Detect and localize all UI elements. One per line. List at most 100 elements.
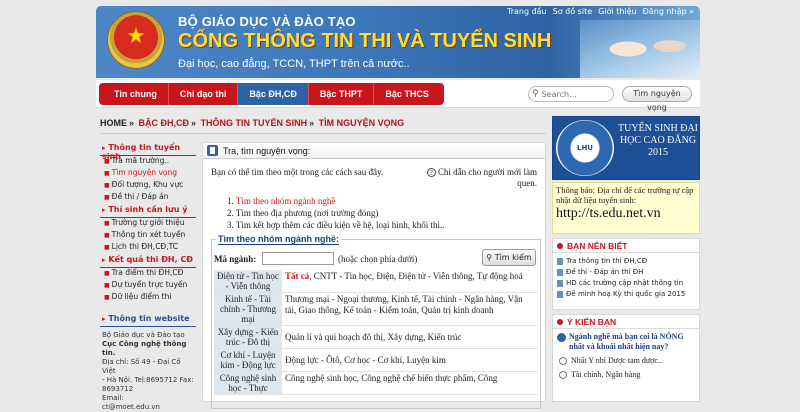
sidebar-item-du-tuyen[interactable]: ■ Dự tuyển trực tuyến bbox=[100, 280, 196, 292]
top-links: Trang đầu Sơ đồ site Giới thiệu Đăng nhậ… bbox=[507, 7, 694, 16]
ministry-name: BỘ GIÁO DỤC VÀ ĐÀO TẠO bbox=[178, 14, 356, 29]
poll-option[interactable]: Tài chính, Ngân hàng bbox=[553, 368, 699, 382]
news-item[interactable]: Đề thi - Đáp án thi ĐH bbox=[553, 267, 699, 278]
sidebar-item-tra-diem[interactable]: ■ Tra điểm thi ĐH,CĐ bbox=[100, 268, 196, 280]
row-fields[interactable]: Động lực - Ôtô, Cơ học - Cơ khí, Luyện k… bbox=[282, 349, 538, 371]
sidebar-item-label: Tra điểm thi ĐH,CĐ bbox=[111, 268, 184, 277]
page-icon bbox=[557, 279, 563, 287]
poll-option-label: Tài chính, Ngân hàng bbox=[571, 370, 641, 379]
top-link-about[interactable]: Giới thiệu bbox=[598, 7, 637, 16]
select-all-link[interactable]: Tất cả bbox=[285, 271, 309, 281]
row-fields: Tất cả, CNTT - Tin học, Điện, Điện tử - … bbox=[282, 270, 538, 292]
bullet-icon: ■ bbox=[104, 294, 110, 301]
right-sidebar: LHU TUYỂN SINH ĐẠI HỌC CAO ĐẲNG 2015 Thô… bbox=[552, 116, 700, 402]
filter-hint: (hoặc chọn phía dưới) bbox=[338, 254, 418, 264]
sidebar-item-lich-thi[interactable]: ■ Lịch thi ĐH,CĐ,TC bbox=[100, 242, 196, 254]
breadcrumb-section[interactable]: THÔNG TIN TUYỂN SINH bbox=[201, 118, 308, 128]
method-item[interactable]: 3. Tìm kết hợp thêm các điều kiện về hệ,… bbox=[227, 219, 445, 231]
sidebar-section-title: ▸ Thí sinh cần lưu ý bbox=[100, 205, 196, 218]
breadcrumb-separator: » bbox=[309, 118, 315, 128]
sidebar-item-de-thi[interactable]: ■ Đề thi / Đáp án bbox=[100, 192, 196, 204]
banner-title: TUYỂN SINH ĐẠI HỌC CAO ĐẲNG 2015 bbox=[618, 123, 698, 158]
admission-banner[interactable]: LHU TUYỂN SINH ĐẠI HỌC CAO ĐẲNG 2015 bbox=[552, 116, 700, 180]
row-category[interactable]: Xây dựng - Kiến trúc - Đô thị bbox=[214, 326, 282, 348]
bullet-icon: ■ bbox=[104, 282, 110, 289]
sidebar-item-du-lieu-diem[interactable]: ■ Dữ liệu điểm thi bbox=[100, 292, 196, 304]
notice-url[interactable]: http://ts.edu.net.vn bbox=[556, 205, 696, 223]
search-input[interactable] bbox=[541, 89, 606, 99]
bullet-icon: ■ bbox=[104, 232, 110, 239]
poll-radio[interactable] bbox=[559, 371, 567, 379]
table-row: Điện tử - Tin học - Viễn thông Tất cả, C… bbox=[214, 270, 538, 293]
question-icon bbox=[557, 333, 566, 342]
group-title: Tìm theo nhóm ngành nghề: bbox=[216, 234, 341, 245]
breadcrumb-home[interactable]: HOME bbox=[100, 118, 127, 128]
sidebar-item-tra-ma-truong[interactable]: ■ Tra mã trường.. bbox=[100, 156, 196, 168]
tab-tin-chung[interactable]: Tin chung bbox=[103, 83, 169, 105]
sidebar-item-xet-tuyen[interactable]: ■ Thông tin xét tuyển bbox=[100, 230, 196, 242]
breadcrumb: HOME» BẬC ĐH,CĐ» THÔNG TIN TUYỂN SINH» T… bbox=[100, 118, 546, 134]
group-title-text: Tìm theo nhóm ngành nghề: bbox=[218, 234, 339, 245]
national-emblem-icon: ★ bbox=[108, 12, 164, 68]
sidebar-item-doi-tuong[interactable]: ■ Đối tượng, Khu vực bbox=[100, 180, 196, 192]
arrow-icon: ▸ bbox=[102, 256, 106, 264]
tab-bac-thpt[interactable]: Bậc THPT bbox=[309, 83, 375, 105]
poll-radio[interactable] bbox=[559, 357, 567, 365]
filter-label: Mã ngành: bbox=[214, 254, 257, 264]
sidebar-item-truong-gioi-thieu[interactable]: ■ Trường tự giới thiệu bbox=[100, 218, 196, 230]
news-item[interactable]: Tra thông tin thi ĐH,CĐ bbox=[553, 256, 699, 267]
row-category[interactable]: Điện tử - Tin học - Viễn thông bbox=[214, 270, 282, 292]
nav-tabs: Tin chung Chỉ đạo thi Bậc ĐH,CĐ Bậc THPT… bbox=[99, 83, 444, 105]
sidebar-section-title: ▸ Thông tin website bbox=[100, 314, 196, 327]
breadcrumb-current: TÌM NGUYỆN VỌNG bbox=[318, 118, 405, 128]
tab-chi-dao-thi[interactable]: Chỉ đạo thi bbox=[169, 83, 239, 105]
contact-email[interactable]: ct@moet.edu.vn bbox=[102, 403, 196, 412]
breadcrumb-level[interactable]: BẬC ĐH,CĐ bbox=[139, 118, 190, 128]
row-category[interactable]: Cơ khí - Luyện kim - Động lực bbox=[214, 349, 282, 371]
poll-question-text: Ngành nghề mà bạn coi là NÓNG nhất và kh… bbox=[569, 332, 684, 351]
sidebar-item-label: Trường tự giới thiệu bbox=[111, 218, 185, 227]
row-fields[interactable]: Quản lí và qui hoạch đô thị, Xây dựng, K… bbox=[282, 326, 538, 348]
sidebar-item-tim-nguyen-vong[interactable]: ■ Tìm nguyện vọng bbox=[100, 168, 196, 180]
contact-line: 8693712 bbox=[102, 385, 134, 393]
row-category[interactable]: Công nghệ sinh học - Thực bbox=[214, 372, 282, 394]
poll-option[interactable]: Nhất Y nhì Dược tam được.. bbox=[553, 354, 699, 368]
row-fields[interactable]: Công nghệ sinh học, Công nghệ chế biến t… bbox=[282, 372, 538, 394]
portal-title: CỔNG THÔNG TIN THI VÀ TUYỂN SINH bbox=[178, 30, 552, 52]
page-icon bbox=[557, 290, 563, 298]
row-category[interactable]: Kinh tế - Tài chính - Thương mại bbox=[214, 293, 282, 325]
sidebar-item-label: Lịch thi ĐH,CĐ,TC bbox=[111, 242, 179, 251]
poll-box-title-text: Ý KIẾN BẠN bbox=[567, 316, 617, 327]
news-item[interactable]: Đề minh hoạ Kỳ thi quốc gia 2015 bbox=[553, 289, 699, 300]
main-content: Tra, tìm nguyện vọng: Bạn có thể tìm the… bbox=[202, 142, 546, 409]
contact-line: Email: bbox=[102, 394, 124, 402]
left-sidebar: ▸ Thông tin tuyển sinh ■ Tra mã trường.. … bbox=[100, 142, 196, 411]
sidebar-section-title: ▸ Thông tin tuyển sinh bbox=[100, 143, 196, 161]
sidebar-item-label: Thông tin xét tuyển bbox=[111, 230, 186, 239]
header-photo bbox=[580, 20, 700, 78]
sidebar-section-label: Thông tin website bbox=[108, 314, 190, 323]
top-link-login[interactable]: Đăng nhập » bbox=[643, 7, 694, 16]
method-item[interactable]: 2. Tìm theo địa phương (nơi trường đóng) bbox=[227, 207, 445, 219]
bullet-icon: ■ bbox=[104, 270, 110, 277]
top-link-home[interactable]: Trang đầu bbox=[507, 7, 547, 16]
top-link-sitemap[interactable]: Sơ đồ site bbox=[553, 7, 592, 16]
row-fields-text[interactable]: , CNTT - Tin học, Điện, Điện tử - Viễn t… bbox=[309, 271, 522, 281]
search-button[interactable]: ⚲ Tìm kiếm bbox=[482, 249, 536, 266]
table-row: Kinh tế - Tài chính - Thương mại Thương … bbox=[214, 293, 538, 326]
poll-box: Ý KIẾN BẠN Ngành nghề mà bạn coi là NÓNG… bbox=[552, 314, 700, 402]
tab-bac-thcs[interactable]: Bậc THCS bbox=[374, 83, 440, 105]
tab-bac-dh-cd[interactable]: Bậc ĐH,CĐ bbox=[238, 83, 309, 105]
arrow-icon: ▸ bbox=[102, 206, 106, 214]
page-icon bbox=[557, 268, 563, 276]
portal-subtitle: Đại học, cao đẳng, TCCN, THPT trên cả nư… bbox=[178, 58, 410, 70]
beginner-guide-link[interactable]: ? Chỉ dẫn cho người mới làm quen. bbox=[426, 167, 537, 189]
major-code-input[interactable] bbox=[262, 252, 334, 265]
university-logo-text: LHU bbox=[576, 144, 593, 152]
method-label: Tìm theo địa phương (nơi trường đóng) bbox=[235, 208, 379, 218]
news-item[interactable]: HD các trường cập nhật thông tin bbox=[553, 278, 699, 289]
method-item[interactable]: 1. Tìm theo nhóm ngành nghề bbox=[227, 195, 445, 207]
row-fields[interactable]: Thương mại - Ngoại thương, Kinh tế, Tài … bbox=[282, 293, 538, 325]
sidebar-section-label: Thí sinh cần lưu ý bbox=[108, 205, 188, 214]
find-preference-button[interactable]: Tìm nguyện vọng bbox=[622, 86, 692, 112]
